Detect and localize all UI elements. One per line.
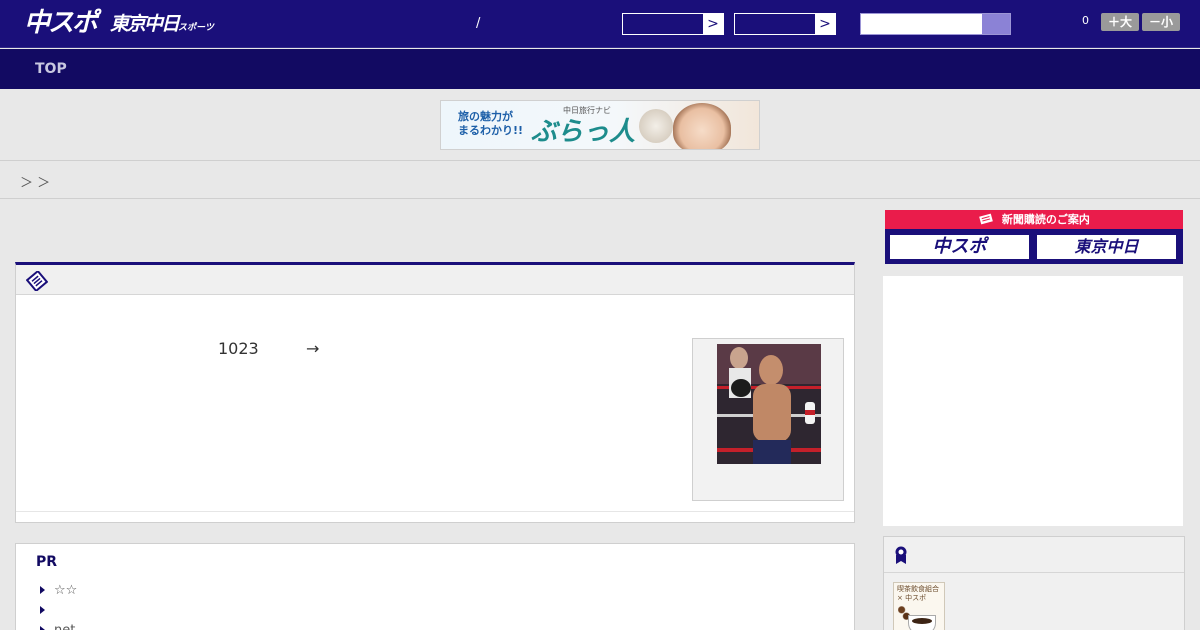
pr-box: PR ☆☆ net xyxy=(15,543,855,630)
list-item[interactable]: net xyxy=(40,622,77,630)
boxer-photo[interactable] xyxy=(717,344,821,464)
tokyo-chunichi-logo[interactable]: 東京中日スポーツ xyxy=(110,11,214,37)
banner-brand: ぶらっ人 xyxy=(531,117,636,147)
article-photo-frame[interactable] xyxy=(692,338,844,501)
chuspo-logo[interactable]: 中スポ xyxy=(24,8,98,38)
thumbnail-caption-line2: × 中スポ xyxy=(897,594,927,602)
pr-title: PR xyxy=(36,554,58,570)
article-header xyxy=(16,265,854,295)
chevron-right-icon[interactable]: > xyxy=(703,14,723,34)
select-box-2[interactable]: > xyxy=(734,13,836,35)
subscribe-tokyo-button[interactable]: 東京中日 xyxy=(1035,233,1178,261)
subscription-box: 新聞購読のご案内 中スポ 東京中日 xyxy=(885,210,1183,264)
ribbon-icon xyxy=(894,545,908,569)
ad-banner[interactable]: 旅の魅力が まるわかり!! 中日旅行ナビ ぶらっ人 xyxy=(440,100,760,150)
divider xyxy=(0,160,1200,161)
search-button[interactable] xyxy=(982,14,1010,34)
font-larger-button[interactable]: ＋大 xyxy=(1101,13,1139,31)
select-box-1[interactable]: > xyxy=(622,13,724,35)
breadcrumb[interactable]: ＞ ＞ xyxy=(20,172,50,191)
ranking-box: 喫茶飲食組合 × 中スポ xyxy=(883,536,1185,630)
pr-list: ☆☆ net xyxy=(40,582,77,630)
sidebar-ad[interactable] xyxy=(883,276,1183,526)
triangle-bullet-icon xyxy=(40,586,45,594)
banner-copy: 旅の魅力が まるわかり!! xyxy=(458,110,523,138)
tokyo-logo-sub: スポーツ xyxy=(178,23,214,33)
site-header: 中スポ 東京中日スポーツ / > > 0 ＋大 －小 xyxy=(0,0,1200,48)
subscription-header-text: 新聞購読のご案内 xyxy=(1001,213,1090,226)
banner-model-image xyxy=(673,103,731,149)
article-box: 1023 → xyxy=(15,262,855,523)
list-item[interactable]: ☆☆ xyxy=(40,582,77,602)
subscription-header: 新聞購読のご案内 xyxy=(885,210,1183,229)
banner-copy-line2: まるわかり!! xyxy=(458,124,524,137)
coffee-cup-image xyxy=(908,615,936,630)
font-smaller-button[interactable]: －小 xyxy=(1142,13,1180,31)
pr-item-text[interactable]: ☆☆ xyxy=(54,583,77,598)
date-separator: / xyxy=(476,16,481,31)
global-nav: TOP xyxy=(0,49,1200,89)
list-item[interactable] xyxy=(40,602,77,622)
tokyo-logo-text: 東京中日 xyxy=(110,13,180,35)
banner-copy-line1: 旅の魅力が xyxy=(458,110,513,123)
counter: 0 xyxy=(1082,14,1089,27)
newspaper-icon xyxy=(25,269,49,295)
triangle-bullet-icon xyxy=(40,606,45,614)
thumbnail-caption: 喫茶飲食組合 × 中スポ xyxy=(897,585,939,603)
ranking-thumbnail[interactable]: 喫茶飲食組合 × 中スポ xyxy=(893,582,945,630)
arrow-icon: → xyxy=(306,339,320,358)
subscribe-chuspo-button[interactable]: 中スポ xyxy=(888,233,1031,261)
nav-item-top[interactable]: TOP xyxy=(35,61,67,77)
ranking-header xyxy=(884,537,1184,573)
search-input[interactable] xyxy=(860,13,1011,35)
newspaper-icon xyxy=(978,213,1002,226)
thumbnail-caption-line1: 喫茶飲食組合 xyxy=(897,585,939,593)
divider xyxy=(16,511,854,512)
banner-shell-image xyxy=(639,109,673,143)
divider xyxy=(0,198,1200,199)
triangle-bullet-icon xyxy=(40,626,45,630)
pr-item-text[interactable]: net xyxy=(54,623,75,630)
chevron-right-icon[interactable]: > xyxy=(815,14,835,34)
article-number: 1023 xyxy=(218,339,259,358)
